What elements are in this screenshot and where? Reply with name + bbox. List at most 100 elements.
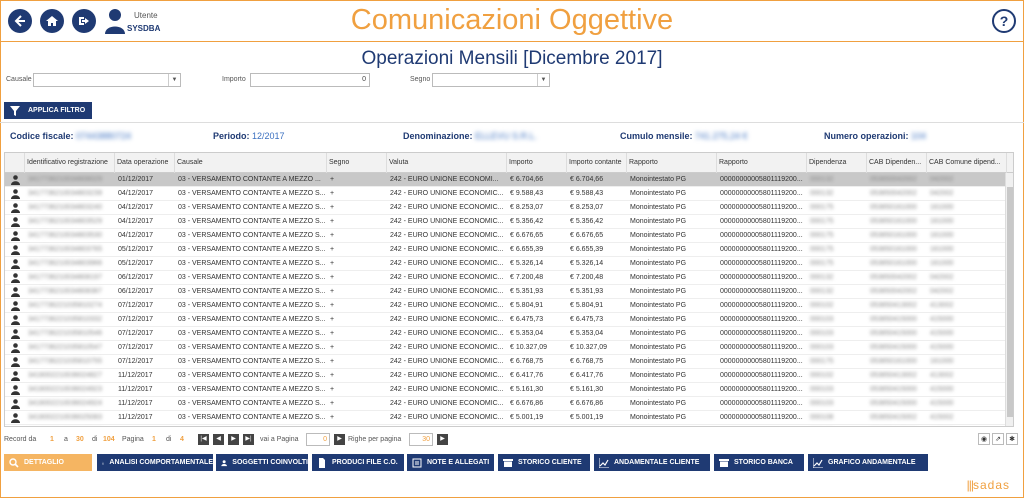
storico-banca-button[interactable]: STORICO BANCA xyxy=(714,454,804,471)
goto-page-button[interactable]: ▶ xyxy=(334,434,345,445)
table-cell-valuta: 242 - EURO UNIONE ECONOMIC... xyxy=(390,302,504,309)
table-scrollbar[interactable] xyxy=(1005,173,1013,426)
table-cell-causale: 03 - VERSAMENTO CONTANTE A MEZZO S... xyxy=(178,386,326,393)
goto-page-input[interactable]: 0 xyxy=(306,433,330,446)
segno-select[interactable]: ▼ xyxy=(432,73,550,87)
table-row[interactable]: 3417736210034808029 01/12/2017 03 - VERSAM… xyxy=(5,173,1013,187)
table-cell-valuta: 242 - EURO UNIONE ECONOMIC... xyxy=(390,414,504,421)
analisi-button[interactable]: ANALISI COMPORTAMENTALE xyxy=(97,454,213,471)
table-cell-dip: 000103 xyxy=(810,316,834,323)
table-cell-rapporto: Monointestato PG xyxy=(630,176,687,183)
table-cell-data: 07/12/2017 xyxy=(118,316,154,323)
table-cell-rapporto2: 00000000005801119200... xyxy=(720,274,803,281)
rows-per-page-input[interactable]: 30 xyxy=(409,433,433,446)
table-cell-rapporto: Monointestato PG xyxy=(627,425,717,426)
last-page-button[interactable]: ▶| xyxy=(243,434,254,445)
table-cell-data: 04/12/2017 xyxy=(118,218,154,225)
grafico-button[interactable]: GRAFICO ANDAMENTALE xyxy=(808,454,928,471)
header-cell[interactable]: Rapporto xyxy=(717,153,807,173)
soggetti-button[interactable]: SOGGETTI COINVOLTI xyxy=(216,454,308,471)
causale-select[interactable]: ▼ xyxy=(33,73,181,87)
header-cell[interactable]: Valuta xyxy=(387,153,507,173)
table-row[interactable]: 3417736210034808197 06/12/2017 03 - VERSAM… xyxy=(5,271,1013,285)
header-cell[interactable]: Importo contante xyxy=(567,153,627,173)
table-cell-data: 01/12/2017 xyxy=(118,176,154,183)
rows-per-page-button[interactable]: ▶ xyxy=(437,434,448,445)
table-cell-cabcom: 413002 xyxy=(930,302,954,309)
table-row[interactable]: 3417736210034803966 05/12/2017 03 - VERSAM… xyxy=(5,257,1013,271)
header-cell[interactable]: CAB Dipenden... xyxy=(867,153,927,173)
table-row[interactable]: 3418002210036025083 11/12/2017 03 - VERSAM… xyxy=(5,411,1013,425)
importo-input[interactable]: 0 xyxy=(250,73,370,87)
storico-cliente-button[interactable]: STORICO CLIENTE xyxy=(498,454,590,471)
table-row[interactable]: 3417736210034808387 06/12/2017 03 - VERSAM… xyxy=(5,285,1013,299)
table-cell-cabdip: 053850042002 xyxy=(870,176,917,183)
andamentale-button[interactable]: ANDAMENTALE CLIENTE xyxy=(594,454,710,471)
storico-cliente-label: STORICO CLIENTE xyxy=(518,459,582,466)
table-row[interactable]: 3417736221035810547 07/12/2017 03 - VERSAM… xyxy=(5,341,1013,355)
table-cell-contante: € 8.253,07 xyxy=(570,204,604,211)
table-row[interactable]: 3417736210034803239 04/12/2017 03 - VERSAM… xyxy=(5,187,1013,201)
pager-record-label: Record da xyxy=(4,436,37,443)
table-row[interactable]: 341800221003602520211/12/201703 - VERSAM… xyxy=(5,425,1013,426)
header-cell[interactable]: Rapporto xyxy=(627,153,717,173)
apply-filter-button[interactable]: APPLICA FILTRO xyxy=(4,102,92,119)
prev-page-button[interactable]: ◀ xyxy=(213,434,224,445)
table-cell-causale: 03 - VERSAMENTO CONTANTE A MEZZO S... xyxy=(178,204,326,211)
table-row[interactable]: 3418002210036024827 11/12/2017 03 - VERSAM… xyxy=(5,369,1013,383)
help-button[interactable]: ? xyxy=(992,9,1016,33)
pager-total: 104 xyxy=(103,436,115,443)
user-icon xyxy=(11,217,20,227)
eye-icon[interactable]: ◉ xyxy=(978,433,990,445)
header-cell[interactable]: Dipendenza xyxy=(807,153,867,173)
header-cell[interactable]: Identificativo registrazione xyxy=(25,153,115,173)
dettaglio-button[interactable]: DETTAGLIO xyxy=(4,454,92,471)
table-row[interactable]: 3417736221035810332 07/12/2017 03 - VERSAM… xyxy=(5,313,1013,327)
table-row[interactable]: 3418002210036024923 11/12/2017 03 - VERSAM… xyxy=(5,383,1013,397)
header-cell[interactable]: Data operazione xyxy=(115,153,175,173)
table-row[interactable]: 3417736221035810274 07/12/2017 03 - VERSAM… xyxy=(5,299,1013,313)
table-cell-causale: 03 - VERSAMENTO CONTANTE A MEZZO S... xyxy=(178,358,326,365)
table-cell-segno: + xyxy=(330,274,335,281)
header-cell[interactable]: CAB Comune dipend... xyxy=(927,153,1007,173)
table-cell-causale: 03 - VERSAMENTO CONTANTE A MEZZO S... xyxy=(178,316,326,323)
table-cell-cabdip: 053850161000 xyxy=(870,260,917,267)
next-page-button[interactable]: ▶ xyxy=(228,434,239,445)
produci-button[interactable]: PRODUCI FILE C.O. xyxy=(312,454,404,471)
user-icon xyxy=(11,329,20,339)
table-cell-contante: € 6.676,65 xyxy=(570,232,604,239)
table-cell-rapporto2: 00000000005801119200... xyxy=(720,316,803,323)
table-cell-dip: 000102 xyxy=(810,302,834,309)
note-button[interactable]: NOTE E ALLEGATI xyxy=(407,454,494,471)
table-row[interactable]: 3417736210034803529 04/12/2017 03 - VERSAM… xyxy=(5,215,1013,229)
table-cell-causale: 03 - VERSAMENTO CONTANTE A MEZZO S... xyxy=(178,372,326,379)
table-row[interactable]: 3418002210036024924 11/12/2017 03 - VERSAM… xyxy=(5,397,1013,411)
settings-icon[interactable]: ✱ xyxy=(1006,433,1018,445)
table-cell-rapporto2: 00000000005801119200... xyxy=(720,372,803,379)
table-cell-rapporto2: 00000000005801119200... xyxy=(720,386,803,393)
user-icon xyxy=(11,371,20,381)
header-cell[interactable]: Segno xyxy=(327,153,387,173)
table-row[interactable]: 3417736221035810755 07/12/2017 03 - VERSAM… xyxy=(5,355,1013,369)
table-cell-contante: € 9.588,43 xyxy=(570,190,604,197)
header-cell[interactable]: Importo xyxy=(507,153,567,173)
produci-label: PRODUCI FILE C.O. xyxy=(332,459,398,466)
table-cell-id: 3417736210034808029 xyxy=(28,176,102,183)
table-cell-dip: 000175 xyxy=(810,358,834,365)
scrollbar-thumb[interactable] xyxy=(1007,187,1013,417)
table-cell-importo: € 5.161,30 xyxy=(510,386,544,393)
table-cell-cabcom: 042002 xyxy=(930,288,954,295)
table-row[interactable]: 3417736210034803530 04/12/2017 03 - VERSAM… xyxy=(5,229,1013,243)
table-row[interactable]: 3417736221035810546 07/12/2017 03 - VERSAM… xyxy=(5,327,1013,341)
export-icon[interactable]: ⇗ xyxy=(992,433,1004,445)
table-cell-data: 06/12/2017 xyxy=(118,274,154,281)
header-cell[interactable]: Causale xyxy=(175,153,327,173)
pager-righe-label: Righe per pagina xyxy=(348,436,402,443)
table-row[interactable]: 3417736210034803765 05/12/2017 03 - VERSAM… xyxy=(5,243,1013,257)
user-icon xyxy=(11,175,20,185)
table-cell-segno: + xyxy=(330,218,335,225)
table-row[interactable]: 3417736210034803240 04/12/2017 03 - VERSAM… xyxy=(5,201,1013,215)
user-icon xyxy=(11,287,20,297)
pager-di2-label: di xyxy=(166,436,172,443)
first-page-button[interactable]: |◀ xyxy=(198,434,209,445)
